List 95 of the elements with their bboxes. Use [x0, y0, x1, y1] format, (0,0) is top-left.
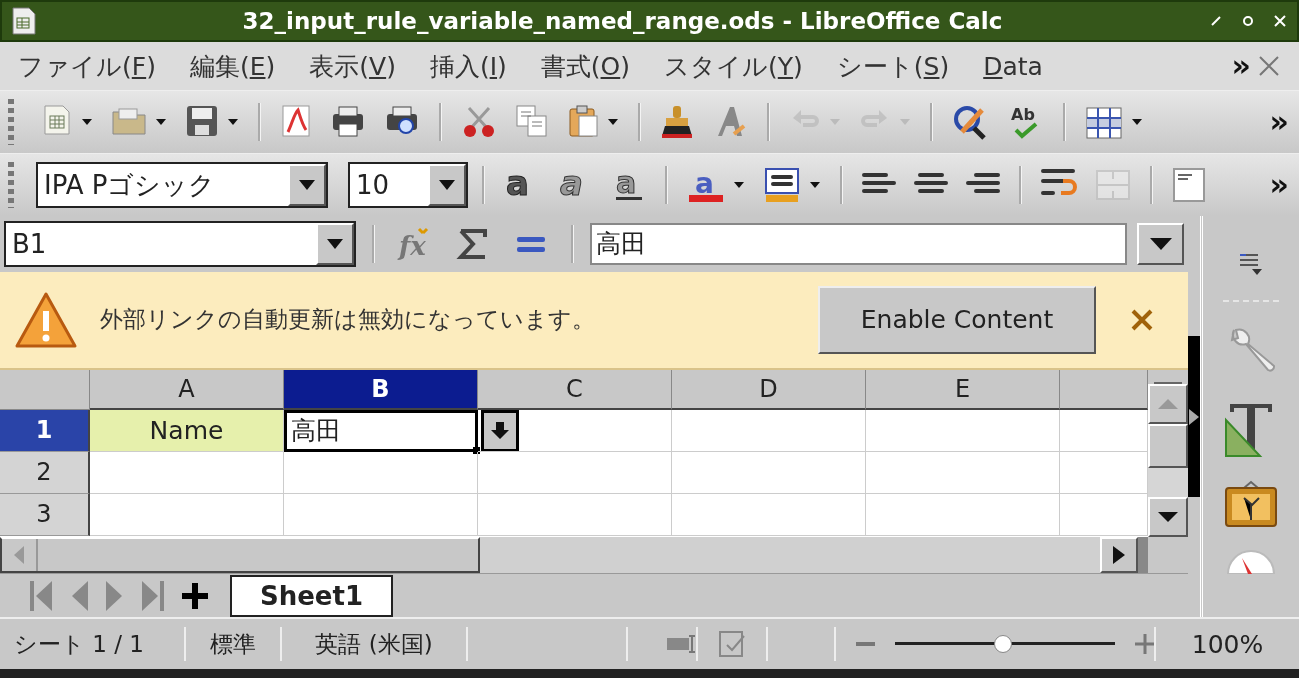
printer-icon[interactable]	[330, 104, 366, 140]
compass-icon[interactable]	[1226, 550, 1276, 574]
clipboard-icon[interactable]	[567, 104, 599, 140]
caret-icon[interactable]	[1132, 119, 1142, 125]
maximize-icon[interactable]	[1241, 14, 1255, 28]
language: 英語 (米国)	[282, 627, 468, 661]
table-cell[interactable]	[478, 493, 672, 536]
formula-input-field[interactable]: 高田	[590, 222, 1128, 265]
caret-icon[interactable]	[156, 119, 166, 125]
menu-item[interactable]: スタイル(Y)	[664, 49, 803, 83]
font-name-combobox[interactable]: IPA Pゴシック	[36, 162, 328, 208]
warning-icon	[14, 290, 78, 349]
caret-icon[interactable]	[810, 182, 820, 188]
sheet-tab[interactable]: Sheet1	[230, 574, 394, 617]
infobar-message: 外部リンクの自動更新は無効になっています。	[100, 305, 596, 335]
name-box[interactable]: B1	[4, 220, 356, 267]
column-header[interactable]: A	[90, 369, 284, 410]
scroll-right-button[interactable]	[1100, 537, 1138, 574]
overflow-chevron[interactable]: »	[1231, 51, 1251, 81]
dropdown-arrow-icon	[299, 180, 315, 190]
toolbar-grip	[8, 162, 14, 208]
pdf-export-icon[interactable]	[280, 104, 312, 140]
table-cell[interactable]: Name	[90, 409, 284, 452]
table-cell[interactable]	[672, 409, 866, 452]
overflow-chevron[interactable]: »	[1269, 170, 1289, 200]
caret-icon[interactable]	[734, 182, 744, 188]
toolbar-grip	[8, 99, 14, 145]
row-header[interactable]: 1	[0, 409, 90, 452]
scrollbar-track[interactable]	[1148, 467, 1188, 498]
expand-formula-button[interactable]	[1137, 222, 1184, 265]
border-icon[interactable]	[1172, 167, 1206, 203]
table-cell[interactable]	[1060, 409, 1148, 452]
table-cell[interactable]	[478, 409, 672, 452]
column-header[interactable]	[1060, 369, 1148, 410]
caret-icon[interactable]	[228, 119, 238, 125]
table-cell[interactable]	[866, 493, 1060, 536]
menu-item[interactable]: ファイル(F)	[18, 49, 156, 83]
scissors-icon[interactable]	[461, 104, 497, 140]
table-cell[interactable]	[90, 451, 284, 494]
zoom-percentage[interactable]: 100%	[1156, 629, 1299, 659]
window-title: 32_input_rule_variable_named_range.ods - LibreOffice Calc	[241, 8, 1004, 34]
picture-icon[interactable]	[1224, 480, 1278, 528]
column-header[interactable]: D	[672, 369, 866, 410]
table-cell[interactable]	[672, 493, 866, 536]
column-header[interactable]: B	[284, 369, 478, 410]
overflow-chevron[interactable]: »	[1269, 107, 1289, 137]
table-cell[interactable]	[866, 451, 1060, 494]
down-arrow-icon	[490, 419, 510, 442]
menu-item[interactable]: Data	[983, 51, 1043, 81]
row-header[interactable]: 2	[0, 451, 90, 494]
bold-icon[interactable]: a	[504, 167, 540, 203]
sheet-position: シート 1 / 1	[0, 627, 186, 661]
horizontal-scrollbar[interactable]	[0, 537, 480, 574]
table-cell[interactable]	[1060, 493, 1148, 536]
table-cell[interactable]	[866, 409, 1060, 452]
table-cell[interactable]	[284, 451, 478, 494]
left-arrow-icon	[14, 546, 24, 565]
splitter-handle[interactable]	[1138, 537, 1148, 574]
column-header[interactable]: E	[866, 369, 1060, 410]
caret-icon[interactable]	[608, 119, 618, 125]
menu-item[interactable]: 編集(E)	[189, 49, 276, 83]
close-document-icon[interactable]	[1257, 54, 1281, 78]
close-icon[interactable]	[1130, 307, 1154, 332]
page-style: 標準	[186, 627, 282, 661]
menu-item[interactable]: シート(S)	[836, 49, 950, 83]
font-size-combobox[interactable]: 10	[348, 162, 468, 208]
table-cell[interactable]	[284, 493, 478, 536]
menu-item[interactable]: 表示(V)	[309, 49, 396, 83]
table-cell[interactable]	[90, 493, 284, 536]
right-arrow-icon	[1113, 546, 1125, 565]
table-grid-icon[interactable]	[1085, 104, 1123, 140]
enable-content-button[interactable]: Enable Content	[818, 285, 1096, 354]
collapse-arrow-icon[interactable]	[1189, 408, 1199, 425]
column-header[interactable]: C	[478, 369, 672, 410]
merge-cells-icon[interactable]	[1095, 167, 1131, 203]
dropdown-arrow-icon	[439, 180, 455, 190]
selection-mode-icon[interactable]	[666, 634, 696, 654]
zoom-in-icon[interactable]	[1135, 634, 1154, 654]
table-cell[interactable]	[478, 451, 672, 494]
scrollbar-thumb[interactable]	[1148, 423, 1188, 468]
add-sheet-icon[interactable]	[180, 580, 210, 611]
table-cell[interactable]	[672, 451, 866, 494]
dropdown-arrow-icon	[327, 238, 343, 249]
minimize-icon[interactable]	[1209, 14, 1223, 28]
down-arrow-icon	[1158, 512, 1178, 523]
row-header[interactable]: 3	[0, 493, 90, 536]
caret-icon[interactable]	[82, 119, 92, 125]
up-arrow-icon	[1158, 398, 1178, 409]
zoom-out-icon[interactable]	[856, 639, 875, 649]
highlight-color-icon[interactable]	[763, 167, 801, 203]
spreadsheet-icon	[12, 7, 36, 35]
dropdown-arrow-icon	[1149, 237, 1172, 250]
validation-dropdown-button[interactable]	[481, 409, 519, 452]
menu-item[interactable]: 書式(O)	[540, 49, 630, 83]
menu-item[interactable]: 挿入(I)	[429, 49, 507, 83]
